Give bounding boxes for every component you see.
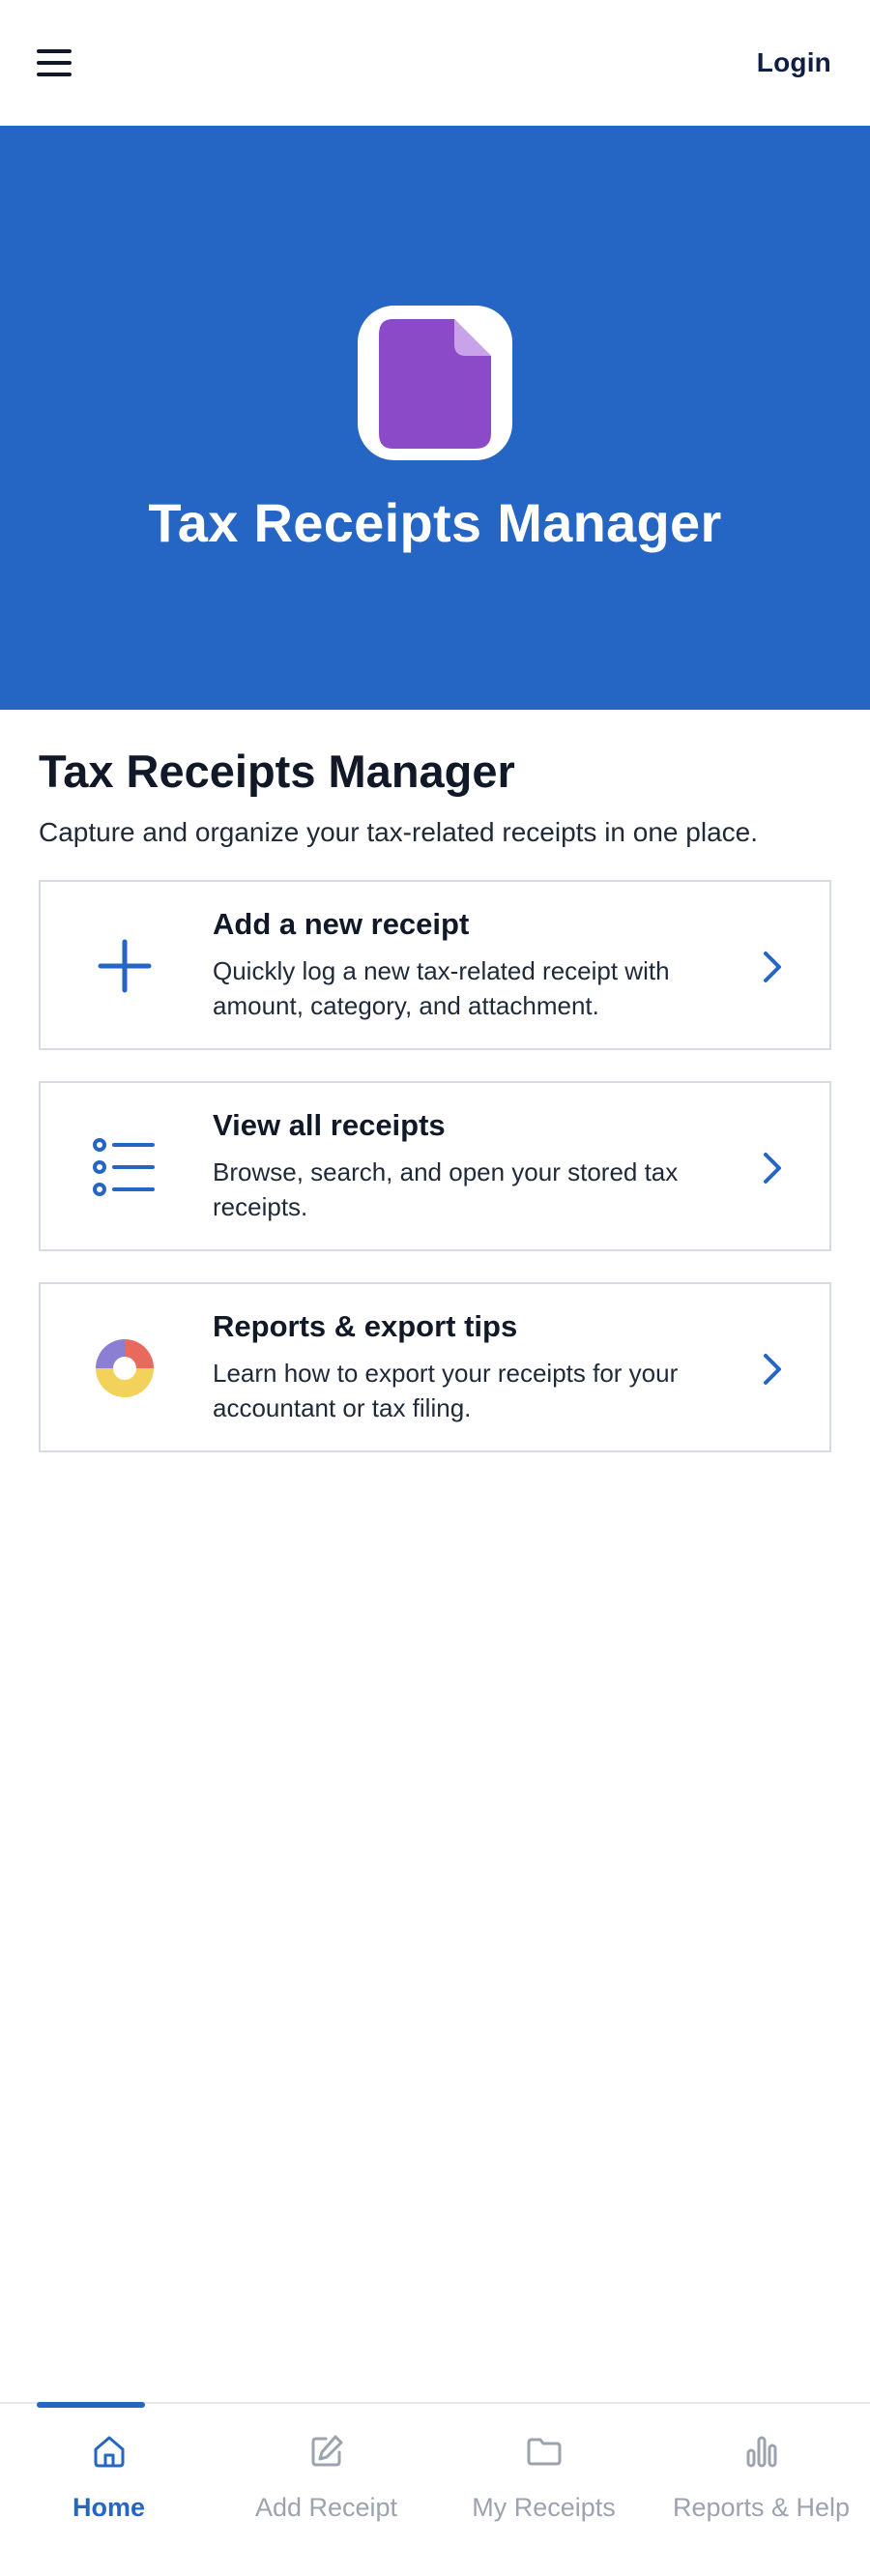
nav-label: My Receipts [472, 2493, 616, 2522]
home-icon [94, 2436, 125, 2468]
card-add-receipt[interactable]: Add a new receipt Quickly log a new tax-… [39, 880, 831, 1050]
nav-item-home[interactable]: Home [0, 2402, 218, 2576]
plus-icon [98, 939, 152, 993]
card-reports-tips[interactable]: Reports & export tips Learn how to expor… [39, 1282, 831, 1452]
chevron-right-icon [764, 951, 781, 982]
nav-label: Reports & Help [672, 2493, 851, 2522]
menu-icon[interactable] [35, 47, 73, 78]
document-icon [379, 319, 491, 449]
nav-label: Home [72, 2493, 145, 2522]
pie-chart-icon [96, 1339, 154, 1397]
nav-item-my-receipts[interactable]: My Receipts [435, 2404, 652, 2576]
main-content: Tax Receipts Manager Capture and organiz… [39, 745, 831, 1452]
bottom-navigation: Home Add Receipt My Receipts Reports & H… [0, 2402, 870, 2576]
card-description: Learn how to export your receipts for yo… [213, 1359, 679, 1422]
page-title: Tax Receipts Manager [39, 746, 515, 797]
nav-label: Add Receipt [254, 2493, 398, 2522]
card-description: Browse, search, and open your stored tax… [213, 1157, 679, 1221]
hero-banner: Tax Receipts Manager [0, 126, 870, 710]
card-view-receipts[interactable]: View all receipts Browse, search, and op… [39, 1081, 831, 1251]
card-title: Add a new receipt [213, 907, 470, 941]
list-icon [93, 1138, 155, 1196]
hero-title: Tax Receipts Manager [148, 492, 722, 553]
pencil-icon [311, 2435, 343, 2467]
card-title: View all receipts [213, 1108, 446, 1142]
card-description: Quickly log a new tax-related receipt wi… [213, 956, 670, 1020]
app-logo [358, 306, 512, 460]
login-link[interactable]: Login [757, 47, 831, 78]
card-title: Reports & export tips [213, 1309, 518, 1343]
top-bar: Login [0, 0, 870, 126]
nav-item-add-receipt[interactable]: Add Receipt [218, 2404, 435, 2576]
active-tab-indicator [37, 2402, 145, 2408]
chevron-right-icon [764, 1153, 781, 1184]
chevron-right-icon [764, 1354, 781, 1385]
nav-item-reports-help[interactable]: Reports & Help [652, 2404, 870, 2576]
page-subtitle: Capture and organize your tax-related re… [39, 817, 758, 847]
folder-icon [527, 2438, 562, 2466]
bar-chart-icon [746, 2436, 777, 2468]
